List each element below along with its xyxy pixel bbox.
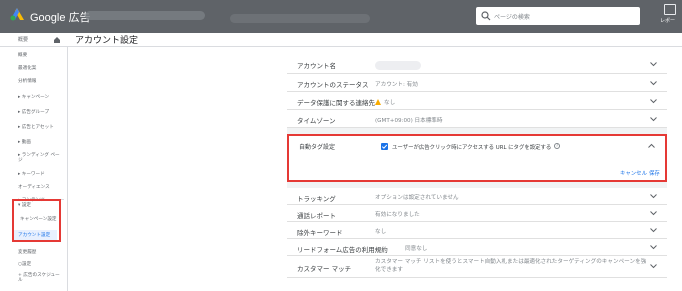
settings-row-tracking[interactable]: トラッキング オプションは設定されていません bbox=[287, 188, 667, 205]
settings-row-call-reporting[interactable]: 通話レポート 有効になりました bbox=[287, 205, 667, 222]
brand-title[interactable]: Google 広告 bbox=[30, 9, 91, 25]
save-button[interactable]: 保存 bbox=[649, 169, 660, 177]
sidebar-item-landing-pages[interactable]: ▸ ランディング ページ bbox=[18, 153, 64, 163]
row-value: オプションは設定されていません bbox=[375, 195, 459, 201]
row-value: 有効になりました bbox=[375, 212, 420, 218]
row-value: なし bbox=[375, 98, 395, 106]
reports-label[interactable]: レポー bbox=[660, 17, 675, 24]
row-label: データ保護に関する連絡先 bbox=[297, 99, 375, 107]
row-label: 自動タグ設定 bbox=[299, 144, 336, 151]
chevron-down-icon bbox=[650, 62, 657, 67]
chevron-down-icon bbox=[650, 264, 657, 269]
help-icon[interactable]: ? bbox=[554, 143, 560, 149]
check-icon bbox=[381, 144, 388, 149]
settings-row-auto-tagging-expanded: 自動タグ設定 ユーザーが広告クリック時にアクセスする URL にタグを設定する … bbox=[287, 134, 667, 182]
chevron-down-icon bbox=[650, 245, 657, 250]
page-search[interactable]: ページの検索 bbox=[476, 7, 640, 25]
search-icon bbox=[481, 11, 491, 21]
row-value: 同意なし bbox=[405, 246, 428, 252]
chevron-up-icon[interactable] bbox=[648, 143, 655, 148]
sidebar-item-audiences[interactable]: オーディエンス bbox=[18, 185, 50, 190]
chevron-down-icon bbox=[650, 211, 657, 216]
sidebar-item-overview[interactable]: 概要 bbox=[18, 53, 27, 58]
settings-row-lead-form-terms[interactable]: リードフォーム広告の利用規約 同意なし bbox=[287, 239, 667, 256]
account-info-blurred bbox=[85, 11, 205, 20]
search-placeholder: ページの検索 bbox=[494, 14, 530, 21]
auto-tagging-checkbox[interactable] bbox=[381, 143, 388, 150]
account-id-blurred bbox=[230, 14, 370, 23]
chevron-down-icon bbox=[650, 117, 657, 122]
sidebar-item-ads-assets[interactable]: ▸ 広告とアセット bbox=[18, 125, 54, 130]
auto-tagging-checkbox-label[interactable]: ユーザーが広告クリック時にアクセスする URL にタグを設定する bbox=[392, 143, 551, 151]
sidebar-item-extra[interactable]: ○設定 bbox=[18, 262, 31, 267]
sidebar-item-recommendations[interactable]: 最適化案 bbox=[18, 66, 36, 71]
chevron-down-icon bbox=[650, 99, 657, 104]
sidebar-item-ad-groups[interactable]: ▸ 広告グループ bbox=[18, 110, 49, 115]
sidebar-item-insights[interactable]: 分析情報 bbox=[18, 79, 36, 84]
row-value: なし bbox=[375, 229, 387, 235]
sidebar-item-ad-schedule[interactable]: + 広告のスケジュール bbox=[18, 273, 64, 283]
page-title: アカウント設定 bbox=[75, 36, 139, 46]
settings-row-account-name[interactable]: アカウント名 bbox=[287, 54, 667, 74]
settings-row-time-zone[interactable]: タイムゾーン (GMT+09:00) 日本標準時 bbox=[287, 110, 667, 128]
row-label: トラッキング bbox=[297, 195, 336, 203]
chevron-down-icon bbox=[650, 81, 657, 86]
sidebar-item-change-history[interactable]: 変更履歴 bbox=[18, 250, 36, 255]
row-value: カスタマー マッチ リストを使うとスマート自動入札または最適化されたターゲティン… bbox=[375, 259, 647, 273]
settings-row-negative-keywords[interactable]: 除外キーワード なし bbox=[287, 222, 667, 239]
top-bar: Google 広告 ページの検索 レポー bbox=[0, 0, 682, 33]
overview-nav-label[interactable]: 概要 bbox=[18, 36, 28, 43]
row-value: (GMT+09:00) 日本標準時 bbox=[375, 118, 443, 124]
reports-icon[interactable] bbox=[664, 4, 676, 15]
row-label: カスタマー マッチ bbox=[297, 265, 352, 273]
settings-row-data-protection[interactable]: データ保護に関する連絡先 なし bbox=[287, 92, 667, 110]
chevron-down-icon bbox=[650, 228, 657, 233]
sidebar-item-keywords[interactable]: ▸ キーワード bbox=[18, 172, 45, 177]
row-label: アカウント名 bbox=[297, 62, 336, 70]
settings-row-account-status[interactable]: アカウントのステータス アカウント: 有効 bbox=[287, 74, 667, 92]
row-value: アカウント: 有効 bbox=[375, 82, 418, 88]
google-ads-logo-icon[interactable] bbox=[10, 8, 24, 21]
row-label: タイムゾーン bbox=[297, 117, 336, 125]
row-label: リードフォーム広告の利用規約 bbox=[297, 246, 388, 254]
account-name-blurred bbox=[375, 61, 421, 70]
home-icon[interactable] bbox=[53, 36, 61, 44]
settings-row-customer-match[interactable]: カスタマー マッチ カスタマー マッチ リストを使うとスマート自動入札または最適… bbox=[287, 256, 667, 278]
sidebar-highlight-box bbox=[12, 199, 61, 242]
warning-icon bbox=[375, 99, 381, 105]
row-label: アカウントのステータス bbox=[297, 81, 369, 89]
row-label: 通話レポート bbox=[297, 212, 336, 220]
row-label: 除外キーワード bbox=[297, 229, 343, 237]
sidebar-item-video[interactable]: ▸ 動画 bbox=[18, 140, 31, 145]
cancel-button[interactable]: キャンセル bbox=[620, 169, 647, 177]
sidebar-item-campaigns[interactable]: ▸ キャンペーン bbox=[18, 95, 49, 100]
chevron-down-icon bbox=[650, 194, 657, 199]
